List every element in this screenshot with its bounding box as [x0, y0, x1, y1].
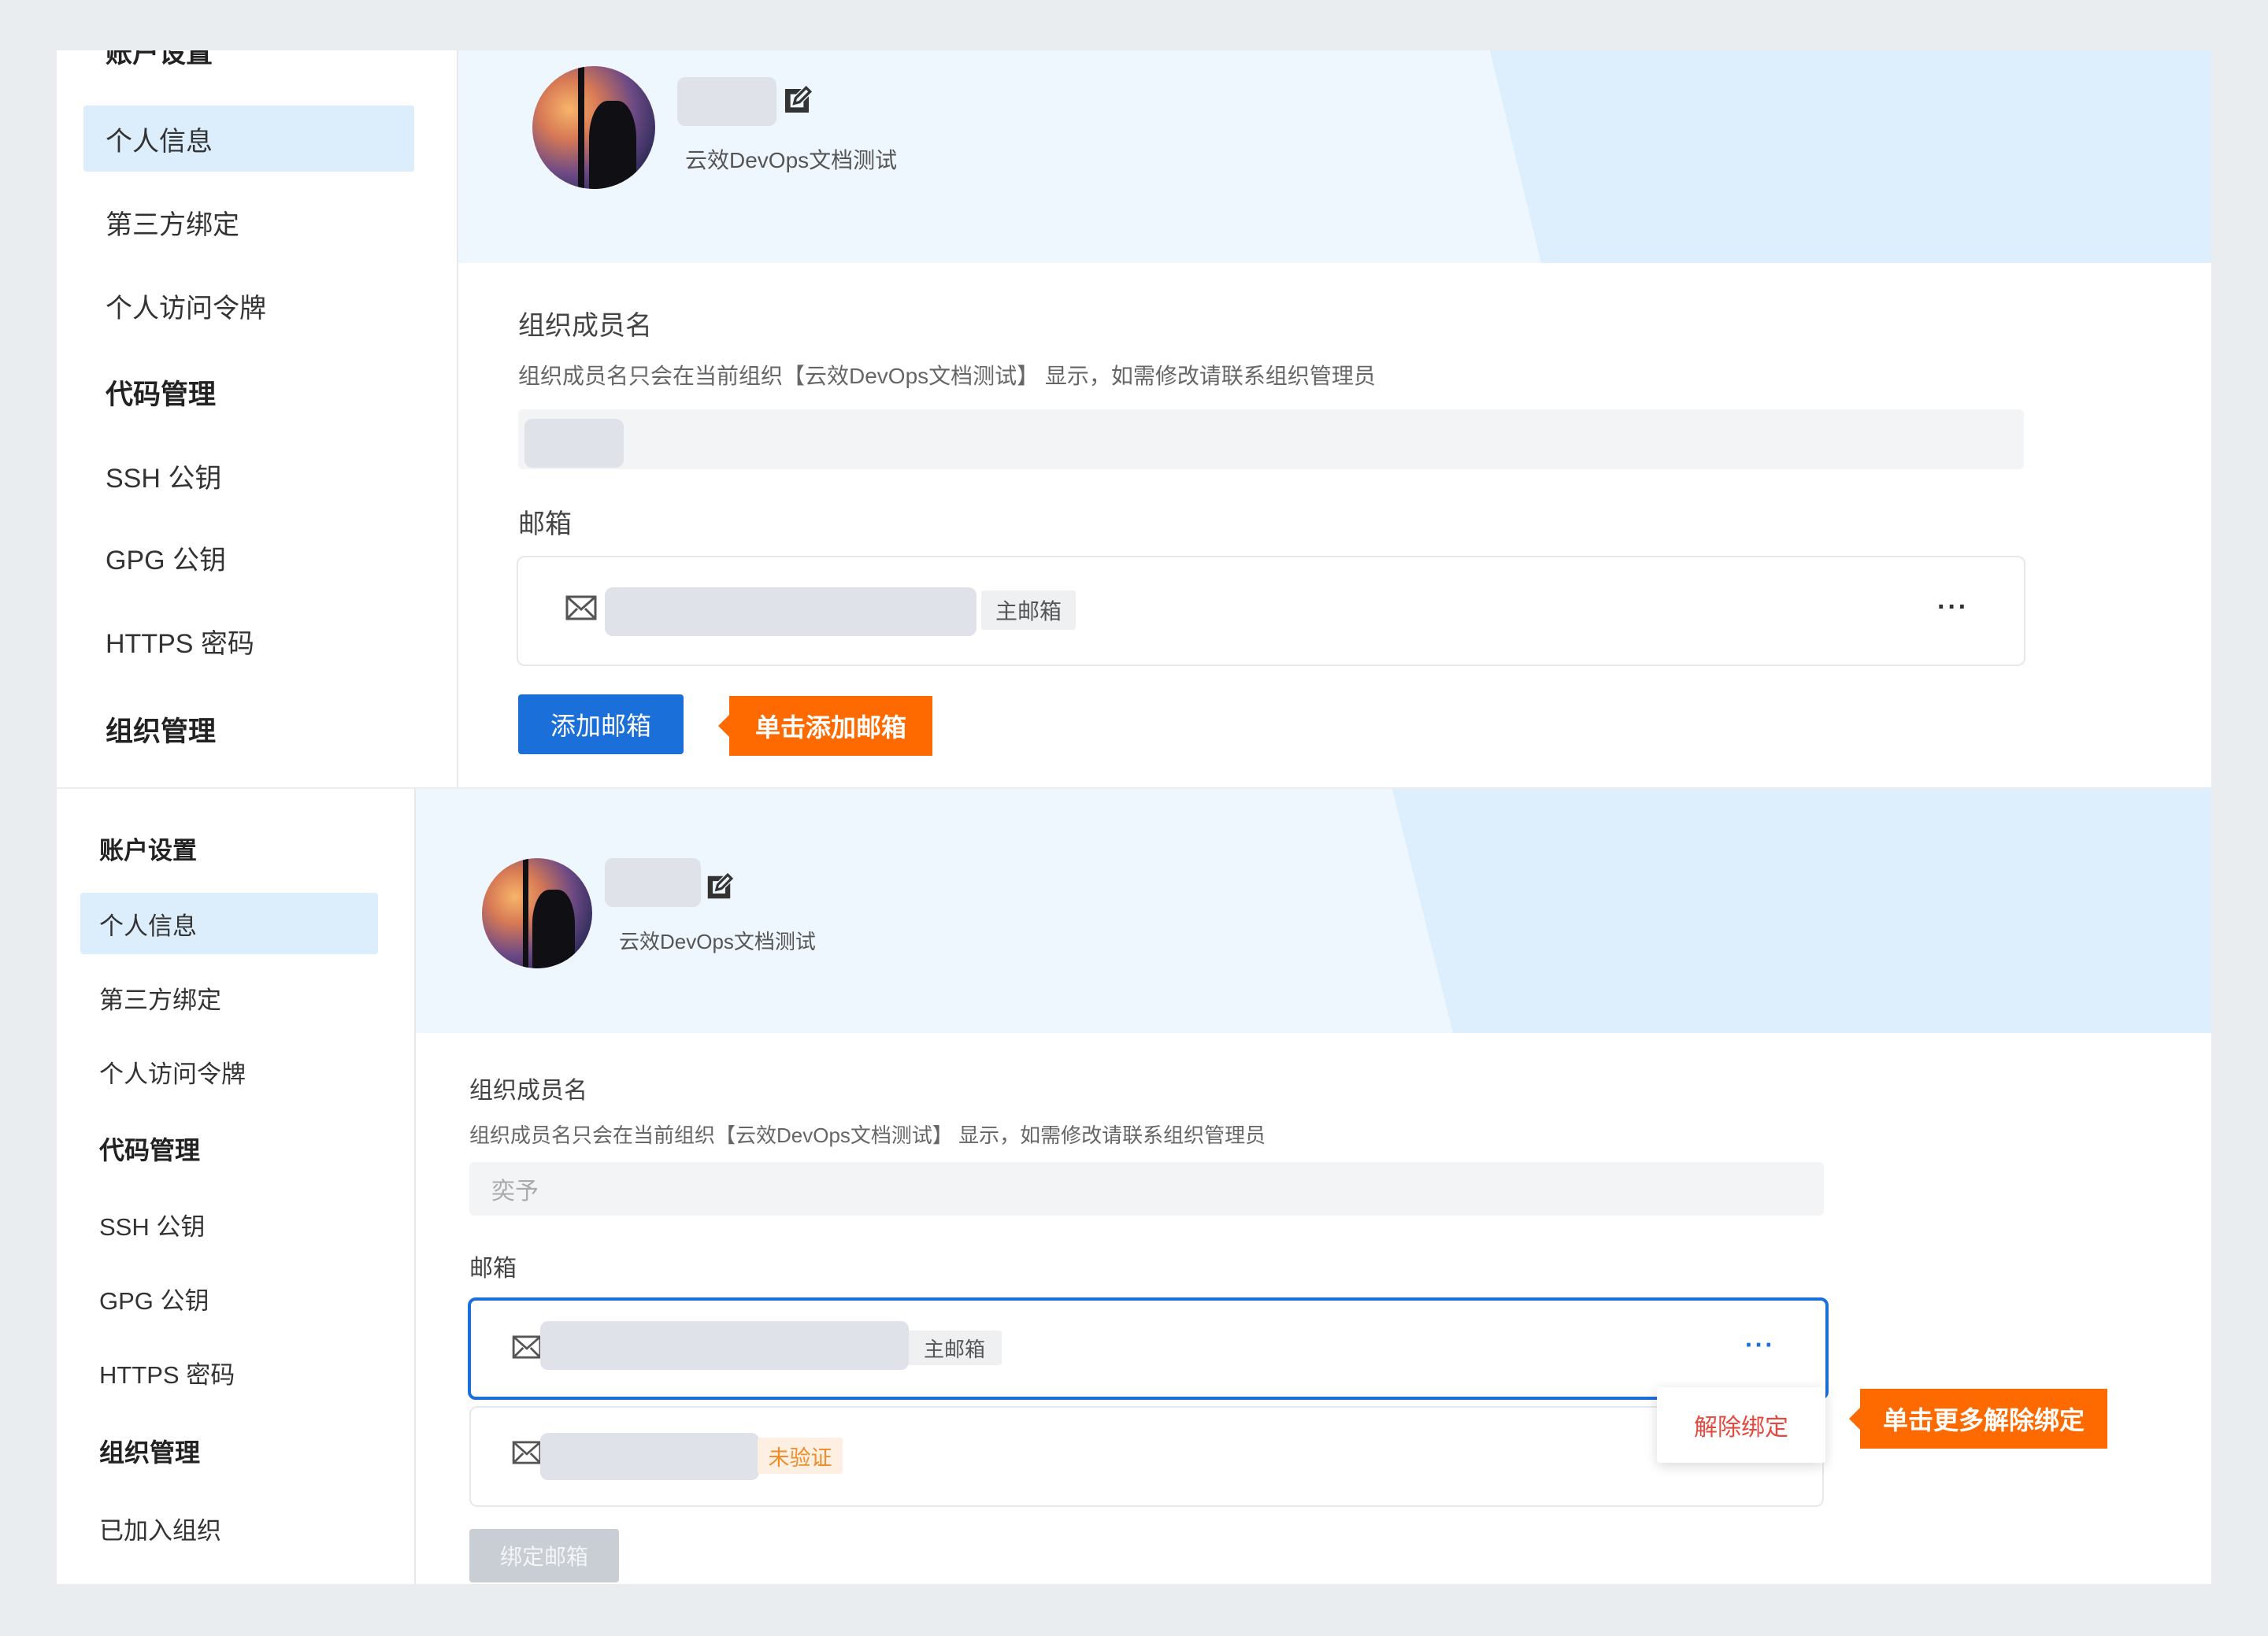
- sidebar-section-code-management: 代码管理: [99, 1136, 201, 1164]
- member-name-field: [518, 409, 2024, 469]
- avatar-silhouette: [532, 890, 575, 968]
- callout-add-email: 单击添加邮箱: [729, 696, 932, 756]
- avatar-silhouette-pole: [578, 66, 584, 189]
- sidebar-item-access-token[interactable]: 个人访问令牌: [57, 272, 457, 339]
- sidebar-section-org-management: 组织管理: [99, 1438, 201, 1467]
- org-name: 云效DevOps文档测试: [685, 148, 898, 172]
- org-name: 云效DevOps文档测试: [619, 930, 816, 953]
- sidebar-item-gpg-key[interactable]: GPG 公钥: [57, 1268, 414, 1329]
- sidebar-section-account-settings: 账户设置: [106, 50, 213, 68]
- sidebar-item-personal-info[interactable]: 个人信息: [83, 105, 414, 172]
- mail-icon: [512, 1441, 542, 1464]
- more-actions-button[interactable]: ···: [1745, 1331, 1775, 1360]
- email-address-redacted: [540, 1321, 909, 1370]
- mail-icon: [565, 595, 597, 620]
- sidebar-item-access-token[interactable]: 个人访问令牌: [57, 1041, 414, 1102]
- sidebar-item-ssh-key[interactable]: SSH 公钥: [57, 442, 457, 509]
- sidebar-item-personal-info[interactable]: 个人信息: [80, 893, 378, 954]
- avatar-silhouette-pole: [523, 858, 528, 968]
- member-name-label: 组织成员名: [469, 1078, 587, 1104]
- unverified-tag: 未验证: [758, 1438, 843, 1474]
- email-label: 邮箱: [469, 1256, 517, 1282]
- unbind-menu-item[interactable]: 解除绑定: [1694, 1408, 1788, 1442]
- bind-email-button[interactable]: 绑定邮箱: [469, 1529, 619, 1582]
- bottom-sidebar: 账户设置 个人信息 第三方绑定 个人访问令牌 代码管理 SSH 公钥 GPG 公…: [57, 789, 414, 1584]
- sidebar-item-gpg-key[interactable]: GPG 公钥: [57, 524, 457, 590]
- sidebar-section-org-management: 组织管理: [106, 716, 217, 747]
- username-redacted: [677, 77, 776, 126]
- email-label: 邮箱: [518, 509, 572, 539]
- header-decoration: [1490, 50, 2211, 263]
- avatar-silhouette: [589, 101, 636, 189]
- more-actions-button[interactable]: ···: [1937, 592, 1969, 623]
- more-actions-dropdown: 解除绑定: [1657, 1387, 1825, 1463]
- edit-icon[interactable]: [781, 85, 813, 117]
- primary-email-tag: 主邮箱: [907, 1331, 1002, 1365]
- member-name-hint: 组织成员名只会在当前组织【云效DevOps文档测试】 显示，如需修改请联系组织管…: [469, 1123, 1266, 1147]
- add-email-button[interactable]: 添加邮箱: [518, 694, 684, 754]
- member-name-value: 奕予: [491, 1179, 539, 1205]
- edit-icon[interactable]: [704, 872, 734, 902]
- username-redacted: [605, 858, 701, 907]
- member-name-label: 组织成员名: [518, 311, 652, 341]
- sidebar-item-third-party-binding[interactable]: 第三方绑定: [57, 189, 457, 255]
- avatar[interactable]: [532, 66, 655, 189]
- top-sidebar: 账户设置 个人信息 第三方绑定 个人访问令牌 代码管理 SSH 公钥 GPG 公…: [57, 50, 457, 787]
- callout-unbind: 单击更多解除绑定: [1860, 1389, 2107, 1449]
- sidebar-item-https-password[interactable]: HTTPS 密码: [57, 608, 457, 674]
- member-name-hint: 组织成员名只会在当前组织【云效DevOps文档测试】 显示，如需修改请联系组织管…: [518, 364, 1376, 388]
- sidebar-section-account-settings: 账户设置: [99, 836, 197, 864]
- sidebar-item-third-party-binding[interactable]: 第三方绑定: [57, 967, 414, 1028]
- member-name-field: 奕予: [469, 1162, 1824, 1216]
- email-address-redacted: [605, 587, 976, 636]
- avatar[interactable]: [482, 858, 592, 968]
- profile-header: [416, 789, 2211, 1033]
- sidebar-item-joined-orgs[interactable]: 已加入组织: [57, 1497, 414, 1559]
- sidebar-item-https-password[interactable]: HTTPS 密码: [57, 1342, 414, 1403]
- mail-icon: [512, 1335, 542, 1359]
- email-address-redacted: [540, 1433, 759, 1480]
- primary-email-tag: 主邮箱: [981, 590, 1076, 630]
- bottom-screenshot-panel: 账户设置 个人信息 第三方绑定 个人访问令牌 代码管理 SSH 公钥 GPG 公…: [57, 789, 2211, 1584]
- header-decoration: [1392, 789, 2211, 1033]
- sidebar-section-code-management: 代码管理: [106, 379, 217, 410]
- top-screenshot-panel: 账户设置 个人信息 第三方绑定 个人访问令牌 代码管理 SSH 公钥 GPG 公…: [57, 50, 2211, 787]
- member-name-redacted: [524, 419, 624, 468]
- sidebar-item-ssh-key[interactable]: SSH 公钥: [57, 1194, 414, 1255]
